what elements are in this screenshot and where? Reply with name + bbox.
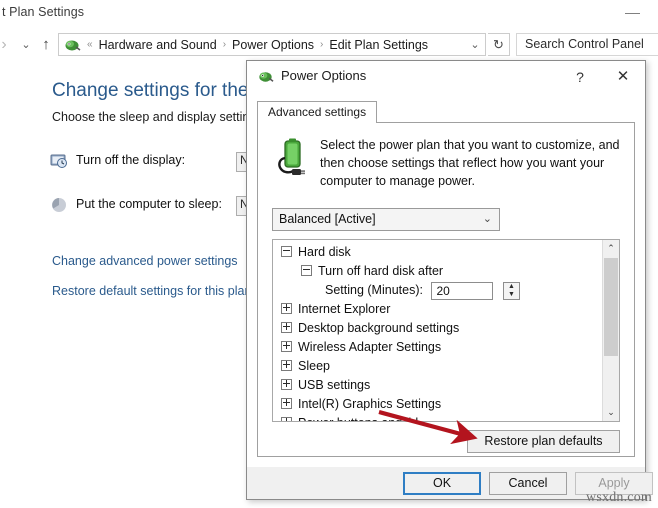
stepper-up-icon[interactable]: ▲: [504, 283, 519, 291]
tab-strip: Advanced settings: [257, 101, 635, 123]
up-button[interactable]: ↑: [36, 34, 56, 56]
tree-item-usb-settings[interactable]: USB settings: [273, 376, 602, 395]
forward-button[interactable]: ›: [0, 34, 14, 56]
search-input[interactable]: Search Control Panel: [516, 33, 658, 56]
tree-item-sleep[interactable]: Sleep: [273, 357, 602, 376]
recent-locations-button[interactable]: ⌄: [16, 34, 36, 56]
search-placeholder: Search Control Panel: [525, 37, 644, 51]
setting-minutes-input[interactable]: 20: [431, 281, 494, 300]
breadcrumb-power-options[interactable]: Power Options: [232, 38, 314, 52]
breadcrumb-separator-2: ›: [320, 39, 324, 50]
power-plan-value: Balanced [Active]: [279, 212, 376, 226]
tree-item-turn-off-hard-disk-after[interactable]: Turn off hard disk after: [273, 262, 602, 281]
refresh-button[interactable]: ↻: [488, 33, 510, 56]
dialog-intro-text: Select the power plan that you want to c…: [320, 138, 620, 188]
power-plan-combobox[interactable]: Balanced [Active] ⌄: [272, 208, 500, 231]
display-clock-icon: [50, 152, 68, 170]
address-dropdown-icon[interactable]: ⌄: [465, 38, 485, 51]
control-panel-titlebar: t Plan Settings: [0, 0, 658, 28]
breadcrumb-hardware-and-sound[interactable]: Hardware and Sound: [99, 38, 217, 52]
dialog-titlebar: Power Options ? ✕: [247, 61, 645, 93]
tree-item-hard-disk[interactable]: Hard disk: [273, 243, 602, 262]
tree-item-label: Intel(R) Graphics Settings: [298, 397, 442, 411]
tab-panel-advanced-settings: Select the power plan that you want to c…: [257, 122, 635, 457]
setting-minutes-stepper[interactable]: ▲ ▼: [502, 281, 520, 300]
dialog-body: Advanced settings Select the power plan …: [247, 93, 645, 467]
tree-item-label: Turn off hard disk after: [318, 264, 444, 278]
tree-item-label: Power buttons and lid: [298, 416, 418, 421]
tree-item-label: Hard disk: [298, 245, 351, 259]
tree-item-internet-explorer[interactable]: Internet Explorer: [273, 300, 602, 319]
tree-item-label: Sleep: [298, 359, 330, 373]
close-button[interactable]: ✕: [611, 66, 635, 88]
tree-item-wireless-adapter-settings[interactable]: Wireless Adapter Settings: [273, 338, 602, 357]
dialog-title: Power Options: [281, 68, 367, 83]
tree-item-label: Desktop background settings: [298, 321, 460, 335]
navigation-bar: › ⌄ ↑ « Hardware and Sound › Power Optio…: [0, 28, 658, 61]
expand-icon[interactable]: [281, 417, 292, 421]
collapse-icon[interactable]: [281, 246, 292, 258]
setting-minutes-value: 20: [436, 283, 450, 298]
tree-item-label: USB settings: [298, 378, 371, 392]
expand-icon[interactable]: [281, 322, 292, 334]
power-plug-icon: [276, 138, 310, 178]
treeview-scrollbar[interactable]: ⌃ ⌄: [602, 240, 619, 421]
expand-icon[interactable]: [281, 360, 292, 372]
breadcrumb-separator-1: ›: [222, 39, 227, 50]
advanced-settings-treeview[interactable]: Hard disk Turn off hard disk after Setti…: [272, 239, 620, 422]
control-panel-icon: [63, 36, 81, 54]
setting-label-sleep: Put the computer to sleep:: [76, 197, 222, 211]
chevron-down-icon: ⌄: [482, 213, 492, 225]
link-change-advanced-power-settings[interactable]: Change advanced power settings: [52, 254, 238, 268]
cancel-button[interactable]: Cancel: [489, 472, 567, 495]
setting-minutes-label: Setting (Minutes):: [325, 283, 423, 298]
tree-item-list: Hard disk Turn off hard disk after Setti…: [273, 240, 602, 421]
tree-item-label: Wireless Adapter Settings: [298, 340, 442, 354]
watermark: wsxdn.com: [586, 490, 652, 505]
collapse-icon[interactable]: [301, 265, 312, 277]
tree-item-intel-graphics-settings[interactable]: Intel(R) Graphics Settings: [273, 395, 602, 414]
breadcrumb-edit-plan-settings[interactable]: Edit Plan Settings: [329, 38, 428, 52]
expand-icon[interactable]: [281, 341, 292, 353]
ok-button[interactable]: OK: [403, 472, 481, 495]
help-button[interactable]: ?: [569, 66, 591, 88]
scroll-down-icon[interactable]: ⌄: [603, 404, 619, 421]
window-title: t Plan Settings: [2, 5, 85, 19]
tree-item-power-buttons-and-lid[interactable]: Power buttons and lid: [273, 414, 602, 421]
breadcrumb-prefix: «: [87, 39, 93, 50]
expand-icon[interactable]: [281, 379, 292, 391]
tree-item-desktop-background-settings[interactable]: Desktop background settings: [273, 319, 602, 338]
page-subtitle: Choose the sleep and display setting: [52, 110, 257, 124]
expand-icon[interactable]: [281, 303, 292, 315]
stepper-down-icon[interactable]: ▼: [504, 291, 519, 299]
setting-label-display: Turn off the display:: [76, 153, 186, 167]
minimize-button[interactable]: [616, 2, 650, 22]
scroll-up-icon[interactable]: ⌃: [603, 240, 619, 257]
power-options-dialog: Power Options ? ✕ Advanced settings Sele…: [246, 60, 653, 500]
link-restore-default-settings[interactable]: Restore default settings for this plan: [52, 284, 251, 298]
sleep-moon-icon: [50, 196, 68, 214]
minimize-icon: [625, 13, 640, 14]
tree-item-label: Internet Explorer: [298, 302, 391, 316]
tab-advanced-settings[interactable]: Advanced settings: [257, 101, 378, 123]
tree-item-setting-minutes: Setting (Minutes): 20 ▲ ▼: [273, 281, 602, 300]
address-bar[interactable]: « Hardware and Sound › Power Options › E…: [58, 33, 486, 56]
restore-plan-defaults-button[interactable]: Restore plan defaults: [467, 430, 620, 453]
expand-icon[interactable]: [281, 398, 292, 410]
power-options-icon: [257, 68, 274, 85]
scrollbar-thumb[interactable]: [604, 258, 618, 356]
